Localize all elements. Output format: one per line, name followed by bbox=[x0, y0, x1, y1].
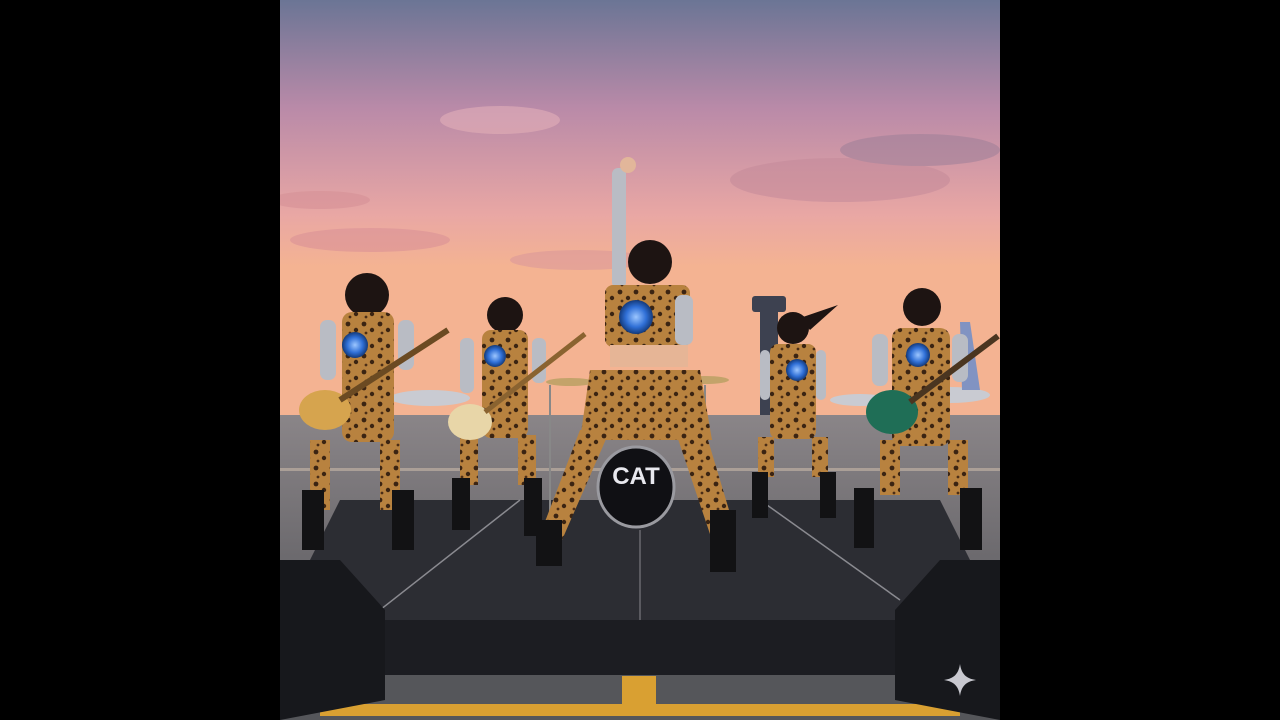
sparkle-icon bbox=[944, 664, 976, 696]
video-frame: CAT bbox=[0, 0, 1280, 720]
concert-photo: CAT bbox=[280, 0, 1000, 720]
bass-drum-logo: CAT bbox=[612, 463, 660, 490]
stage-front bbox=[280, 620, 1000, 675]
